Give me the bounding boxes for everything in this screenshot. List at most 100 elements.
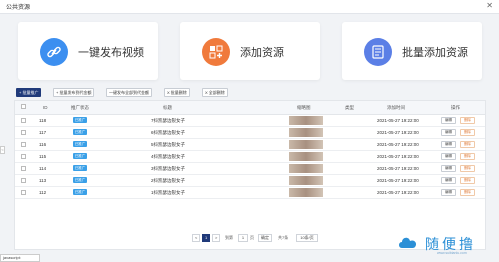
row-checkbox[interactable]: [21, 190, 26, 195]
table-row: 116 已推广 5抖凯瑟边裂女子 2021-05-27 19:22:00 编辑 …: [15, 139, 485, 151]
column-header-thumbnail: 缩略图: [297, 105, 311, 110]
confirm-button[interactable]: 确定: [258, 234, 272, 242]
edit-button[interactable]: 编辑: [441, 165, 456, 172]
main-content: 一键发布视频 添加资源 批量添加资源 + 批量推广 + 批量发布到代金额 一键发…: [10, 18, 490, 254]
add-resource-label: 添加资源: [240, 47, 284, 59]
column-header-actions: 操作: [451, 105, 460, 110]
row-id: 117: [39, 130, 47, 135]
delete-button[interactable]: 删除: [460, 165, 475, 172]
next-page-button[interactable]: >: [212, 234, 220, 242]
status-badge: 已推广: [73, 129, 87, 135]
row-title: 2抖凯瑟边裂女子: [151, 178, 186, 183]
row-thumbnail: [289, 188, 323, 197]
table-row: 117 已推广 6抖凯瑟边裂女子 2021-05-27 19:22:00 编辑 …: [15, 127, 485, 139]
add-resource-card[interactable]: 添加资源: [180, 22, 320, 80]
column-header-status: 推广状态: [71, 105, 89, 110]
row-title: 3抖凯瑟边裂女子: [151, 166, 186, 171]
select-all-checkbox[interactable]: [21, 104, 26, 109]
column-header-id: ID: [43, 105, 48, 110]
watermark-logo: 随便撸 www.suibianlu.com: [397, 232, 493, 258]
resource-table: ID 推广状态 标题 缩略图 类型 添加时间 操作 118 已推广 7抖凯瑟边裂…: [14, 100, 486, 250]
row-id: 116: [39, 142, 47, 147]
add-resource-icon: [202, 38, 230, 66]
close-icon[interactable]: ✕: [486, 1, 493, 11]
delete-button[interactable]: 删除: [460, 189, 475, 196]
row-checkbox[interactable]: [21, 178, 26, 183]
column-header-title: 标题: [163, 105, 172, 110]
row-thumbnail: [289, 176, 323, 185]
delete-button[interactable]: 删除: [460, 141, 475, 148]
row-id: 114: [39, 166, 47, 171]
column-header-time: 添加时间: [387, 105, 405, 110]
delete-button[interactable]: 删除: [460, 117, 475, 124]
table-header: ID 推广状态 标题 缩略图 类型 添加时间 操作: [15, 101, 485, 115]
batch-delete-button[interactable]: X 批量删除: [164, 88, 190, 97]
per-page-select[interactable]: 10条/页: [296, 234, 318, 242]
delete-button[interactable]: 删除: [460, 129, 475, 136]
one-click-publish-button[interactable]: 一键发布全部到代金额: [106, 88, 152, 97]
delete-all-button[interactable]: X 全部删除: [202, 88, 228, 97]
status-badge: 已推广: [73, 165, 87, 171]
prev-page-button[interactable]: <: [192, 234, 200, 242]
delete-button[interactable]: 删除: [460, 177, 475, 184]
batch-add-icon: [364, 38, 392, 66]
batch-promote-button[interactable]: + 批量推广: [16, 88, 42, 97]
row-id: 113: [39, 178, 47, 183]
column-header-type: 类型: [345, 105, 354, 110]
publish-video-label: 一键发布视频: [78, 47, 144, 59]
table-row: 115 已推广 4抖凯瑟边裂女子 2021-05-27 19:22:00 编辑 …: [15, 151, 485, 163]
row-thumbnail: [289, 140, 323, 149]
edit-button[interactable]: 编辑: [441, 117, 456, 124]
row-id: 118: [39, 118, 47, 123]
row-title: 6抖凯瑟边裂女子: [151, 130, 186, 135]
table-row: 112 已推广 1抖凯瑟边裂女子 2021-05-27 19:22:00 编辑 …: [15, 187, 485, 199]
row-time: 2021-05-27 19:22:00: [377, 178, 419, 183]
edit-button[interactable]: 编辑: [441, 129, 456, 136]
row-time: 2021-05-27 19:22:00: [377, 190, 419, 195]
batch-add-label: 批量添加资源: [402, 47, 468, 59]
delete-button[interactable]: 删除: [460, 153, 475, 160]
row-time: 2021-05-27 19:22:00: [377, 166, 419, 171]
row-id: 115: [39, 154, 47, 159]
row-checkbox[interactable]: [21, 130, 26, 135]
watermark-url: www.suibianlu.com: [437, 251, 467, 255]
action-cards: 一键发布视频 添加资源 批量添加资源: [10, 22, 490, 86]
status-bar: javascript:: [0, 254, 40, 262]
row-thumbnail: [289, 164, 323, 173]
row-time: 2021-05-27 19:22:00: [377, 142, 419, 147]
row-title: 1抖凯瑟边裂女子: [151, 190, 186, 195]
link-icon: [40, 38, 68, 66]
row-checkbox[interactable]: [21, 142, 26, 147]
row-checkbox[interactable]: [21, 118, 26, 123]
row-thumbnail: [289, 152, 323, 161]
row-checkbox[interactable]: [21, 154, 26, 159]
table-row: 118 已推广 7抖凯瑟边裂女子 2021-05-27 19:22:00 编辑 …: [15, 115, 485, 127]
page-1-button[interactable]: 1: [202, 234, 210, 242]
edit-button[interactable]: 编辑: [441, 153, 456, 160]
row-time: 2021-05-27 19:22:00: [377, 154, 419, 159]
edit-button[interactable]: 编辑: [441, 189, 456, 196]
row-thumbnail: [289, 116, 323, 125]
row-title: 7抖凯瑟边裂女子: [151, 118, 186, 123]
row-title: 5抖凯瑟边裂女子: [151, 142, 186, 147]
batch-publish-button[interactable]: + 批量发布到代金额: [53, 88, 95, 97]
edit-button[interactable]: 编辑: [441, 141, 456, 148]
edit-button[interactable]: 编辑: [441, 177, 456, 184]
row-checkbox[interactable]: [21, 166, 26, 171]
window-titlebar: 公共资源 ✕: [0, 0, 499, 14]
status-badge: 已推广: [73, 177, 87, 183]
publish-video-card[interactable]: 一键发布视频: [18, 22, 158, 80]
table-row: 113 已推广 2抖凯瑟边裂女子 2021-05-27 19:22:00 编辑 …: [15, 175, 485, 187]
table-row: 114 已推广 3抖凯瑟边裂女子 2021-05-27 19:22:00 编辑 …: [15, 163, 485, 175]
row-thumbnail: [289, 128, 323, 137]
row-id: 112: [39, 190, 47, 195]
status-badge: 已推广: [73, 141, 87, 147]
status-badge: 已推广: [73, 153, 87, 159]
row-time: 2021-05-27 19:22:00: [377, 118, 419, 123]
total-count: 共7条: [278, 235, 289, 240]
row-title: 4抖凯瑟边裂女子: [151, 154, 186, 159]
page-input[interactable]: 1: [238, 234, 248, 242]
status-badge: 已推广: [73, 189, 87, 195]
batch-add-card[interactable]: 批量添加资源: [342, 22, 482, 80]
side-collapse-tab[interactable]: <: [0, 146, 5, 154]
